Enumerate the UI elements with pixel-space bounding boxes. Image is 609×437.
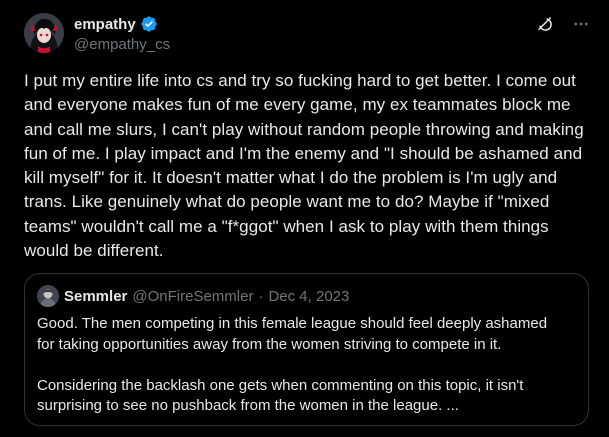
more-options-button[interactable] — [571, 14, 591, 34]
tweet-top-actions — [535, 14, 591, 34]
semmler-avatar-icon — [37, 285, 59, 307]
quote-author-name: Semmler — [64, 287, 128, 305]
author-avatar[interactable] — [24, 13, 64, 53]
quote-text: Good. The men competing in this female l… — [37, 314, 567, 417]
quote-date: Dec 4, 2023 — [268, 287, 350, 305]
grok-button[interactable] — [535, 14, 555, 34]
quote-separator: · — [258, 287, 264, 305]
quote-author-handle: @OnFireSemmler — [132, 287, 254, 305]
tweet: empathy @empathy_cs I put my entire life… — [0, 0, 609, 437]
anime-avatar-icon — [24, 13, 64, 53]
quote-author-avatar — [37, 285, 59, 307]
author-names: empathy @empathy_cs — [74, 14, 170, 54]
author-handle[interactable]: @empathy_cs — [74, 36, 170, 53]
verified-badge-icon — [141, 16, 157, 32]
quote-paragraph: Good. The men competing in this female l… — [37, 315, 548, 353]
quote-header: Semmler @OnFireSemmler · Dec 4, 2023 — [37, 285, 349, 307]
grok-icon — [538, 17, 552, 31]
author-display-name[interactable]: empathy — [74, 16, 136, 33]
tweet-text: I put my entire life into cs and try so … — [24, 71, 584, 261]
display-name-row: empathy — [74, 14, 170, 34]
quoted-tweet[interactable]: Semmler @OnFireSemmler · Dec 4, 2023 Goo… — [24, 273, 589, 426]
quote-paragraph: Considering the backlash one gets when c… — [37, 376, 524, 415]
more-options-icon — [574, 22, 588, 26]
